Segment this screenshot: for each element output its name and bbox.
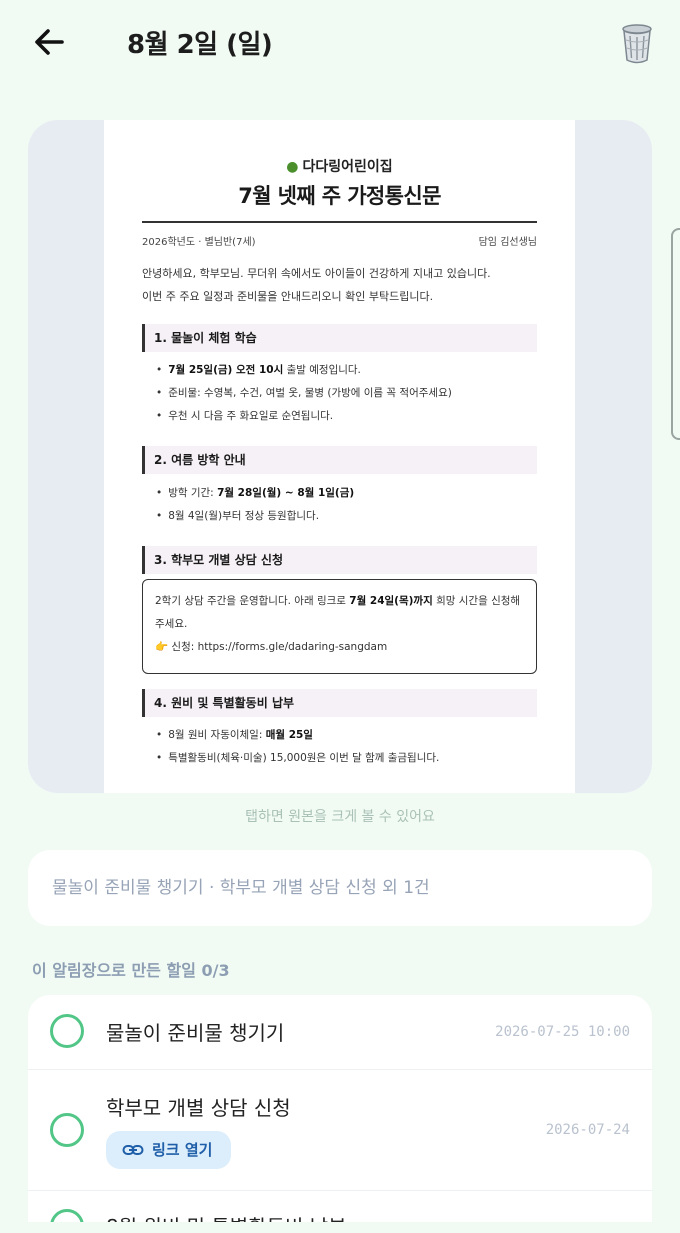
todo-item[interactable]: 물놀이 준비물 챙기기 2026-07-25 10:00 [28, 995, 652, 1069]
section-2-list: 방학 기간: 7월 28일(월) ~ 8월 1일(금) 8월 4일(월)부터 정… [156, 482, 545, 528]
tree-icon: ● [286, 159, 299, 175]
todo-item[interactable]: 학부모 개별 상담 신청 2026-07-24 링크 열기 [28, 1069, 652, 1190]
page-title: 8월 2일 (일) [127, 30, 273, 60]
tap-hint: 탭하면 원본을 크게 볼 수 있어요 [245, 809, 435, 825]
section-4-list: 8월 원비 자동이체일: 매월 25일 특별활동비(체육·미술) 15,000원… [156, 724, 545, 770]
consultation-box: 2학기 상담 주간을 운영합니다. 아래 링크로 7월 24일(목)까지 희망 … [142, 579, 537, 674]
section-heading-1: 1. 물놀이 체험 학습 [142, 324, 537, 352]
todo-checkbox[interactable] [50, 1113, 84, 1147]
notice-intro: 안녕하세요, 학부모님. 무더위 속에서도 아이들이 건강하게 지내고 있습니다… [142, 267, 491, 303]
list-item: 우천 시 다음 주 화요일로 순연됩니다. [156, 405, 545, 428]
todo-title: 물놀이 준비물 챙기기 [106, 1021, 285, 1045]
notice-meta: 2026학년도 · 별님반(7세) 담임 김선생님 [142, 233, 537, 248]
open-link-label: 링크 열기 [152, 1141, 213, 1159]
open-link-button[interactable]: 링크 열기 [106, 1131, 231, 1169]
link-icon [122, 1145, 144, 1155]
todo-checkbox[interactable] [50, 1014, 84, 1048]
notice-summary[interactable]: 물놀이 준비물 챙기기 · 학부모 개별 상담 신청 외 1건 [28, 850, 652, 926]
top-bar: 8월 2일 (일) [0, 0, 680, 88]
trash-icon [622, 24, 652, 64]
section-heading-3: 3. 학부모 개별 상담 신청 [142, 546, 537, 574]
todo-title: 학부모 개별 상담 신청 [106, 1096, 291, 1120]
consultation-link: 👉 신청: https://forms.gle/dadaring-sangdam [155, 641, 388, 653]
bottom-edge [0, 1222, 680, 1233]
meta-class: 2026학년도 · 별님반(7세) [142, 237, 256, 248]
notice-title: 7월 넷째 주 가정통신문 [238, 184, 441, 208]
notice-preview-card[interactable]: ● 다다링어린이집 7월 넷째 주 가정통신문 2026학년도 · 별님반(7세)… [28, 120, 652, 793]
list-item: 특별활동비(체육·미술) 15,000원은 이번 달 함께 출금됩니다. [156, 747, 545, 770]
todo-section-heading: 이 알림장으로 만든 할일 0/3 [32, 961, 230, 980]
list-item: 7월 25일(금) 오전 10시 출발 예정입니다. [156, 359, 545, 382]
title-divider [142, 221, 537, 223]
meta-teacher: 담임 김선생님 [478, 237, 537, 248]
delete-button[interactable] [616, 20, 658, 66]
notice-document: ● 다다링어린이집 7월 넷째 주 가정통신문 2026학년도 · 별님반(7세)… [104, 120, 575, 793]
section-1-list: 7월 25일(금) 오전 10시 출발 예정입니다. 준비물: 수영복, 수건,… [156, 359, 545, 428]
todo-due-date: 2026-07-25 10:00 [495, 1024, 630, 1040]
arrow-left-icon [35, 29, 64, 55]
back-button[interactable] [28, 22, 72, 62]
list-item: 8월 4일(월)부터 정상 등원합니다. [156, 505, 545, 528]
school-name: ● 다다링어린이집 [286, 159, 393, 175]
list-item: 준비물: 수영복, 수건, 여벌 옷, 물병 (가방에 이름 꼭 적어주세요) [156, 382, 545, 405]
todo-due-date: 2026-07-24 [545, 1122, 630, 1138]
list-item: 8월 원비 자동이체일: 매월 25일 [156, 724, 545, 747]
section-heading-4: 4. 원비 및 특별활동비 납부 [142, 689, 537, 717]
section-heading-2: 2. 여름 방학 안내 [142, 446, 537, 474]
todo-list: 물놀이 준비물 챙기기 2026-07-25 10:00 학부모 개별 상담 신… [28, 995, 652, 1233]
list-item: 방학 기간: 7월 28일(월) ~ 8월 1일(금) [156, 482, 545, 505]
side-edge-handle[interactable] [671, 228, 680, 440]
